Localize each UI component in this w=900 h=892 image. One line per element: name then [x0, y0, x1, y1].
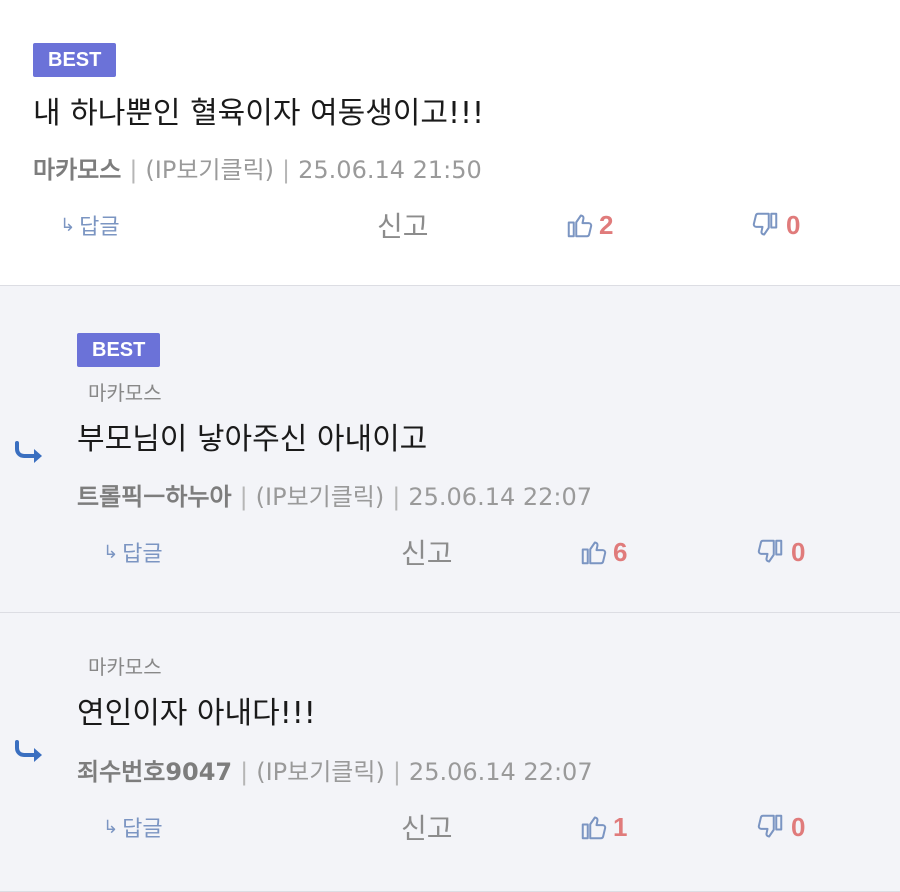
reply-button[interactable]: ↳ 답글	[103, 807, 163, 847]
reply-label: 답글	[122, 542, 163, 567]
meta-divider: |	[239, 483, 248, 511]
comment-item: BEST 내 하나뿐인 혈육이자 여동생이고!!! 마카모스 | (IP보기클릭) |…	[0, 0, 900, 286]
comment-text: 연인이자 아내다!!!	[77, 696, 316, 731]
reply-comment-item: 마카모스 연인이자 아내다!!! 죄수번호9047 | (IP보기클릭) | 25.06…	[0, 613, 900, 892]
like-button[interactable]: 6	[579, 532, 627, 572]
comment-meta: 트롤픽ㅡ하누아 | (IP보기클릭) | 25.06.14 22:07	[77, 477, 592, 512]
thumbs-up-icon	[567, 214, 593, 238]
thumbs-down-icon	[757, 814, 783, 838]
ip-view-link[interactable]: (IP보기클릭)	[145, 156, 274, 184]
reply-button[interactable]: ↳ 답글	[60, 205, 120, 245]
comment-text: 내 하나뿐인 혈육이자 여동생이고!!!	[33, 96, 485, 131]
comment-actions: ↳ 답글 신고 1 0	[0, 807, 900, 847]
best-badge: BEST	[33, 43, 117, 77]
reply-arrow-icon	[15, 441, 42, 463]
reply-button[interactable]: ↳ 답글	[103, 532, 163, 572]
reply-mention: 마카모스	[88, 655, 162, 679]
comment-actions: ↳ 답글 신고 6 0	[0, 532, 900, 572]
report-button[interactable]: 신고	[377, 205, 429, 245]
dislike-count: 0	[786, 209, 801, 240]
like-count: 6	[613, 536, 628, 567]
comment-meta: 마카모스 | (IP보기클릭) | 25.06.14 21:50	[33, 150, 482, 185]
meta-divider: |	[240, 758, 249, 786]
comment-actions: ↳ 답글 신고 2 0	[0, 205, 900, 245]
thumbs-down-icon	[752, 212, 778, 236]
report-button[interactable]: 신고	[401, 807, 453, 847]
like-count: 1	[613, 811, 628, 842]
comment-datetime: 25.06.14 21:50	[298, 156, 482, 184]
reply-arrow-icon	[15, 740, 42, 762]
comment-datetime: 25.06.14 22:07	[408, 483, 593, 511]
reply-arrow-icon: ↳	[103, 541, 119, 563]
dislike-count: 0	[791, 536, 806, 567]
dislike-button[interactable]: 0	[755, 532, 805, 572]
like-count: 2	[599, 209, 614, 240]
comment-author[interactable]: 트롤픽ㅡ하누아	[77, 483, 232, 511]
reply-mention: 마카모스	[88, 381, 162, 405]
like-button[interactable]: 2	[565, 205, 613, 245]
comment-text: 부모님이 낳아주신 아내이고	[77, 422, 428, 457]
reply-label: 답글	[79, 215, 120, 240]
dislike-button[interactable]: 0	[755, 807, 805, 847]
meta-divider: |	[392, 758, 401, 786]
meta-divider: |	[392, 483, 401, 511]
thumbs-up-icon	[581, 816, 607, 840]
comment-meta: 죄수번호9047 | (IP보기클릭) | 25.06.14 22:07	[77, 752, 593, 787]
meta-divider: |	[282, 156, 291, 184]
dislike-button[interactable]: 0	[750, 205, 800, 245]
like-button[interactable]: 1	[579, 807, 627, 847]
thumbs-up-icon	[581, 541, 607, 565]
comment-datetime: 25.06.14 22:07	[408, 758, 593, 786]
ip-view-link[interactable]: (IP보기클릭)	[256, 758, 385, 786]
dislike-count: 0	[791, 811, 806, 842]
reply-arrow-icon: ↳	[60, 214, 76, 236]
reply-arrow-icon: ↳	[103, 816, 119, 838]
comment-author[interactable]: 마카모스	[33, 156, 121, 184]
ip-view-link[interactable]: (IP보기클릭)	[256, 483, 385, 511]
comment-author[interactable]: 죄수번호9047	[77, 758, 232, 786]
reply-comment-item: BEST 마카모스 부모님이 낳아주신 아내이고 트롤픽ㅡ하누아 | (IP보기클릭…	[0, 286, 900, 613]
report-button[interactable]: 신고	[401, 532, 453, 572]
reply-label: 답글	[122, 817, 163, 842]
meta-divider: |	[129, 156, 138, 184]
best-badge: BEST	[77, 333, 161, 367]
thumbs-down-icon	[757, 539, 783, 563]
